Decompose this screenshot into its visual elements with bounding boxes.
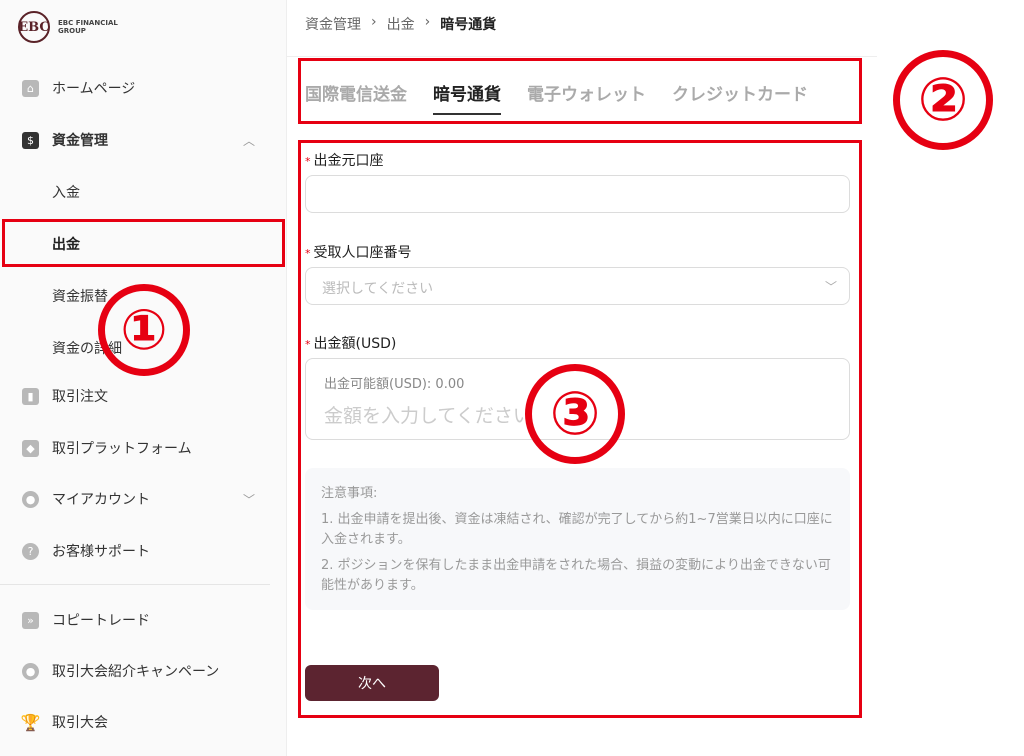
source-account-label: * 出金元口座	[305, 153, 384, 169]
sidebar-item-label: 取引注文	[52, 389, 108, 405]
sidebar-item-label: マイアカウント	[52, 492, 150, 508]
sidebar-divider	[0, 584, 270, 585]
note-item: 2. ポジションを保有したまま出金申請をされた場合、損益の変動により出金できない…	[321, 558, 831, 593]
sidebar-item-label: お客様サポート	[52, 544, 150, 560]
sidebar-item-label: 取引大会紹介キャンペーン	[52, 664, 220, 680]
chevron-down-icon: ﹀	[824, 280, 837, 294]
breadcrumb-item[interactable]: 資金管理	[305, 14, 361, 34]
select-placeholder: 選択してください	[322, 281, 434, 297]
sidebar-item-label: 取引大会	[52, 715, 108, 731]
recipient-account-select[interactable]: 選択してください ﹀	[305, 267, 850, 305]
box-icon: ◆	[22, 439, 39, 457]
chevron-down-icon: ﹀	[242, 492, 255, 507]
sidebar-item-platform[interactable]: ◆ 取引プラットフォーム	[0, 428, 287, 468]
tab-ewallet[interactable]: 電子ウォレット	[527, 80, 646, 115]
help-icon: ?	[22, 542, 39, 560]
sidebar-item-support[interactable]: ? お客様サポート	[0, 531, 287, 571]
tab-wire-transfer[interactable]: 国際電信送金	[305, 80, 407, 115]
sidebar-item-funds[interactable]: $ 資金管理 ︿	[0, 120, 287, 160]
user-icon: ●	[22, 490, 39, 508]
annotation-number-3: ③	[525, 364, 625, 464]
sidebar-sub-deposit[interactable]: 入金	[52, 182, 80, 202]
logo-mark: EBC	[18, 11, 50, 43]
sidebar-item-contest[interactable]: 🏆 取引大会	[0, 702, 287, 742]
notes-panel: 注意事項: 1. 出金申請を提出後、資金は凍結され、確認が完了してから約1~7営…	[305, 468, 850, 610]
home-icon: ⌂	[22, 79, 39, 97]
wallet-icon: $	[22, 131, 39, 149]
next-button[interactable]: 次へ	[305, 665, 439, 701]
notes-title: 注意事項:	[321, 486, 378, 501]
logo-text: EBC FINANCIAL GROUP	[58, 19, 118, 35]
tab-credit-card[interactable]: クレジットカード	[672, 80, 808, 115]
sidebar-item-copytrade[interactable]: » コピートレード	[0, 600, 287, 640]
method-tabs: 国際電信送金 暗号通貨 電子ウォレット クレジットカード	[305, 80, 808, 115]
note-item: 1. 出金申請を提出後、資金は凍結され、確認が完了してから約1~7営業日以内に口…	[321, 512, 833, 547]
trophy-icon: 🏆	[20, 712, 41, 732]
breadcrumb: 資金管理 › 出金 › 暗号通貨	[305, 14, 496, 34]
sidebar-item-account[interactable]: ● マイアカウント ﹀	[0, 479, 287, 519]
breadcrumb-current: 暗号通貨	[440, 17, 497, 33]
available-amount: 出金可能額(USD): 0.00	[324, 377, 465, 392]
chart-icon: ▮	[22, 387, 39, 405]
amount-placeholder: 金額を入力してください	[324, 405, 532, 427]
sidebar: EBC EBC FINANCIAL GROUP ⌂ ホームページ $ 資金管理 …	[0, 0, 287, 756]
sidebar-item-home[interactable]: ⌂ ホームページ	[0, 68, 287, 108]
sidebar-sub-withdraw[interactable]: 出金	[52, 234, 80, 254]
sidebar-item-label: 取引プラットフォーム	[52, 441, 192, 457]
sidebar-item-orders[interactable]: ▮ 取引注文	[0, 376, 287, 416]
sidebar-item-label: コピートレード	[52, 613, 150, 629]
chevron-right-icon: ›	[424, 14, 431, 30]
sidebar-item-referral[interactable]: ● 取引大会紹介キャンペーン	[0, 651, 287, 691]
recipient-account-label: * 受取人口座番号	[305, 245, 412, 261]
sidebar-item-label: ホームページ	[52, 81, 136, 97]
chevron-right-icon: ›	[371, 14, 377, 30]
annotation-number-1: ①	[98, 284, 190, 376]
copy-icon: »	[22, 611, 39, 629]
chevron-up-icon: ︿	[242, 133, 255, 148]
logo[interactable]: EBC EBC FINANCIAL GROUP	[18, 10, 118, 44]
breadcrumb-item[interactable]: 出金	[387, 14, 415, 34]
header-divider	[287, 56, 877, 57]
amount-label: * 出金額(USD)	[305, 336, 397, 352]
sidebar-item-label: 資金管理	[52, 133, 108, 149]
tab-crypto[interactable]: 暗号通貨	[433, 80, 501, 115]
sidebar-sub-transfer[interactable]: 資金振替	[52, 286, 108, 306]
source-account-select[interactable]	[305, 175, 850, 213]
people-icon: ●	[22, 662, 39, 680]
annotation-number-2: ②	[893, 50, 993, 150]
